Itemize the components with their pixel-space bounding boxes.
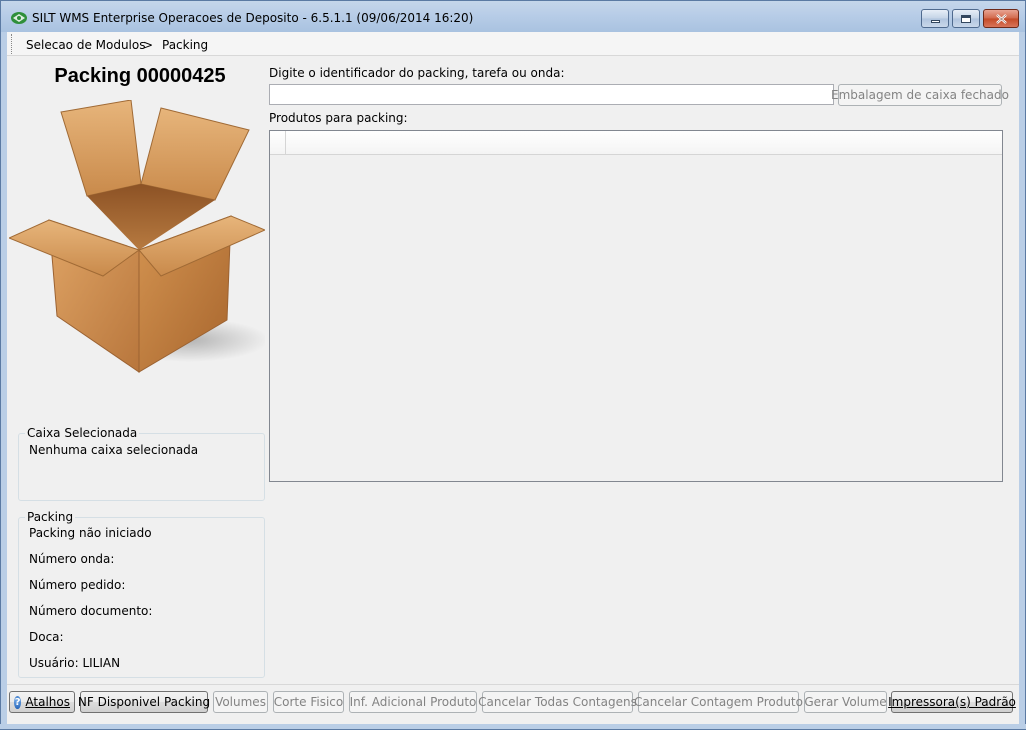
closed-box-packing-button[interactable]: Embalagem de caixa fechado [831,84,1009,106]
nf-disponivel-packing-label: NF Disponivel Packing [77,695,211,709]
impressoras-padrao-button[interactable]: Impressora(s) Padrão [888,691,1016,713]
numero-documento: Número documento: [29,604,153,618]
window-content: Selecao de Modulos > Packing Packing 000… [7,32,1019,724]
packing-info-group: Packing Packing não iniciado Número onda… [18,510,265,678]
usuario: Usuário: LILIAN [29,656,121,670]
identifier-input[interactable] [269,84,834,105]
breadcrumb-separator: > [143,38,154,52]
breadcrumb: Selecao de Modulos > Packing [7,32,1019,56]
minimize-button[interactable] [921,9,949,28]
window-titlebar: SILT WMS Enterprise Operacoes de Deposit… [0,0,1026,32]
close-button[interactable] [983,9,1019,28]
toolbar-grip [11,34,13,54]
restore-icon [961,14,971,23]
products-table[interactable] [269,130,1003,482]
cancelar-contagem-produto-button[interactable]: Cancelar Contagem Produto [634,691,803,713]
breadcrumb-item-selecao-modulos[interactable]: Selecao de Modulos [26,38,145,52]
atalhos-button[interactable]: ? Atalhos [9,691,75,713]
bottom-toolbar: ? Atalhos NF Disponivel Packing Volumes … [7,684,1019,724]
corte-fisico-button[interactable]: Corte Fisico [273,691,344,713]
window-frame-bottom [0,724,1026,730]
identifier-label: Digite o identificador do packing, taref… [269,66,565,80]
impressoras-padrao-label: Impressora(s) Padrão [888,695,1016,709]
numero-onda: Número onda: [29,552,115,566]
close-icon [995,13,1007,24]
numero-pedido: Número pedido: [29,578,126,592]
doca: Doca: [29,630,64,644]
caixa-selecionada-group: Caixa Selecionada Nenhuma caixa selecion… [18,426,265,501]
minimize-icon [930,20,940,23]
help-icon: ? [14,695,22,709]
window-title: SILT WMS Enterprise Operacoes de Deposit… [32,11,474,25]
atalhos-label: Atalhos [25,695,70,709]
window-frame-left [0,32,7,730]
app-logo-icon [11,12,27,24]
volumes-button[interactable]: Volumes [213,691,268,713]
maximize-button[interactable] [952,9,980,28]
packing-status: Packing não iniciado [29,526,152,540]
products-label: Produtos para packing: [269,111,408,125]
caixa-selecionada-value: Nenhuma caixa selecionada [29,443,199,457]
breadcrumb-item-packing[interactable]: Packing [162,38,208,52]
table-row-header-cell [270,131,286,155]
nf-disponivel-packing-button[interactable]: NF Disponivel Packing [77,691,211,713]
caixa-selecionada-label: Caixa Selecionada [25,426,140,440]
open-box-icon [9,100,265,373]
cancelar-todas-contagens-button[interactable]: Cancelar Todas Contagens [478,691,637,713]
packing-title: Packing 00000425 [54,65,226,87]
inf-adicional-produto-button[interactable]: Inf. Adicional Produto [349,691,477,713]
gerar-volume-button[interactable]: Gerar Volume [804,691,887,713]
packing-info-label: Packing [25,510,76,524]
table-header [270,131,1002,155]
window-frame-right [1019,32,1026,730]
